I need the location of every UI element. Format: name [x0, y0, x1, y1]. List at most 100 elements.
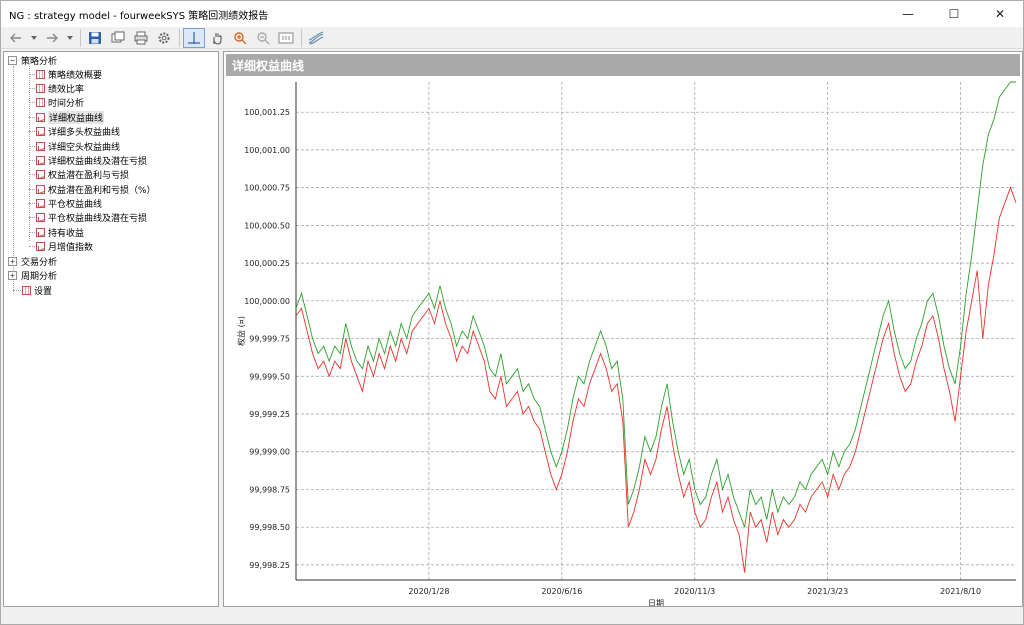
- x-tick-label: 2021/8/10: [940, 587, 981, 596]
- y-tick-label: 100,001.00: [244, 146, 290, 155]
- title-bar: NG : strategy model - fourweekSYS 策略回测绩效…: [1, 1, 1023, 27]
- chart-icon: [36, 112, 45, 122]
- y-tick-label: 99,999.75: [249, 335, 290, 344]
- table-icon: [36, 69, 45, 79]
- tree-group-period-analysis[interactable]: + 周期分析: [8, 268, 57, 282]
- minimize-button[interactable]: —: [885, 1, 931, 27]
- tree-item-performance-ratios[interactable]: 绩效比率: [36, 81, 84, 95]
- tree-item-label: 策略绩效概要: [48, 70, 103, 81]
- tree-item-label: 详细权益曲线及潜在亏损: [48, 156, 148, 167]
- y-tick-label: 100,000.00: [244, 297, 290, 306]
- chart-icon: [36, 169, 45, 179]
- tree-item-label: 平仓权益曲线及潜在亏损: [48, 213, 148, 224]
- toolbar: [1, 27, 1023, 49]
- collapse-icon[interactable]: −: [8, 55, 17, 65]
- y-tick-label: 100,000.50: [244, 221, 290, 230]
- tree-item-label: 持有收益: [48, 228, 85, 239]
- maximize-button[interactable]: ☐: [931, 1, 977, 27]
- tree-item-label: 绩效比率: [48, 84, 85, 95]
- tree-item-potential-profit-loss-pct[interactable]: 权益潜在盈利和亏损（%）: [36, 182, 156, 196]
- expand-icon[interactable]: +: [8, 270, 17, 280]
- tree-item-short-equity-curve[interactable]: 详细空头权益曲线: [36, 139, 120, 153]
- tree-item-monthly-value-index[interactable]: 月增值指数: [36, 239, 93, 253]
- save-icon[interactable]: [84, 28, 106, 48]
- tree-item-label: 权益潜在盈利和亏损（%）: [48, 185, 156, 196]
- y-tick-label: 99,998.75: [249, 485, 290, 494]
- x-tick-label: 2020/6/16: [541, 587, 582, 596]
- y-tick-label: 99,998.25: [249, 561, 290, 570]
- tree-item-potential-profit-loss[interactable]: 权益潜在盈利与亏损: [36, 167, 129, 181]
- tree-connector: [13, 290, 21, 291]
- y-tick-label: 99,999.25: [249, 410, 290, 419]
- app-window: NG : strategy model - fourweekSYS 策略回测绩效…: [0, 0, 1024, 625]
- toolbar-separator: [301, 28, 302, 47]
- y-tick-label: 100,001.25: [244, 108, 290, 117]
- tree-item-label: 权益潜在盈利与亏损: [48, 170, 130, 181]
- y-tick-label: 100,000.25: [244, 259, 290, 268]
- panel-title: 详细权益曲线: [226, 54, 1020, 76]
- tree-item-strategy-summary[interactable]: 策略绩效概要: [36, 67, 102, 81]
- window-title: NG : strategy model - fourweekSYS 策略回测绩效…: [9, 10, 269, 22]
- chart-icon: [36, 126, 45, 136]
- settings-gear-icon[interactable]: [153, 28, 175, 48]
- back-dropdown-icon[interactable]: [28, 28, 40, 48]
- tree-item-holding-return[interactable]: 持有收益: [36, 225, 84, 239]
- table-icon: [36, 97, 45, 107]
- tree-item-closed-equity-drawdown[interactable]: 平仓权益曲线及潜在亏损: [36, 210, 147, 224]
- chart-icon: [36, 241, 45, 251]
- tree-group-trade-analysis[interactable]: + 交易分析: [8, 254, 57, 268]
- y-tick-label: 99,999.00: [249, 448, 290, 457]
- close-button[interactable]: ✕: [977, 1, 1023, 27]
- tree-group-label: 策略分析: [21, 56, 58, 67]
- x-tick-label: 2020/11/3: [674, 587, 715, 596]
- y-axis-label: 权益 (¤): [236, 316, 246, 346]
- forward-arrow-icon[interactable]: [41, 28, 63, 48]
- tree-item-label: 详细权益曲线: [48, 110, 105, 124]
- pan-hand-icon[interactable]: [206, 28, 228, 48]
- tree-item-label: 详细空头权益曲线: [48, 142, 121, 153]
- series-display-icon[interactable]: [305, 28, 327, 48]
- y-tick-label: 99,998.50: [249, 523, 290, 532]
- report-content-panel: 详细权益曲线 99,998.25 99,998.50 99,998.75 99,999…: [223, 51, 1023, 607]
- tree-item-settings[interactable]: 设置: [22, 283, 52, 297]
- crosshair-icon[interactable]: [183, 27, 205, 48]
- tree-item-label: 详细多头权益曲线: [48, 127, 121, 138]
- tree-item-long-equity-curve[interactable]: 详细多头权益曲线: [36, 124, 120, 138]
- chart-icon: [36, 227, 45, 237]
- tree-item-time-analysis[interactable]: 时间分析: [36, 95, 84, 109]
- zoom-out-icon[interactable]: [252, 28, 274, 48]
- tree-group-strategy-analysis[interactable]: − 策略分析: [8, 53, 57, 67]
- tree-group-label: 交易分析: [21, 257, 58, 268]
- chart-icon: [36, 155, 45, 165]
- chart-icon: [36, 141, 45, 151]
- forward-dropdown-icon[interactable]: [64, 28, 76, 48]
- chart-icon: [36, 198, 45, 208]
- table-icon: [22, 285, 31, 295]
- back-arrow-icon[interactable]: [5, 28, 27, 48]
- tree-item-closed-equity-curve[interactable]: 平仓权益曲线: [36, 196, 102, 210]
- y-tick-label: 99,999.50: [249, 372, 290, 381]
- toolbar-separator: [179, 28, 180, 47]
- equity-chart[interactable]: 99,998.25 99,998.50 99,998.75 99,999.00 99,9…: [224, 78, 1022, 606]
- tree-item-label: 月增值指数: [48, 242, 94, 253]
- report-tree: − 策略分析 策略绩效概要 绩效比率 时间分析 详细权益曲线 详细多头权益曲线: [3, 51, 219, 607]
- series-line-low: [295, 186, 1017, 573]
- fit-view-icon[interactable]: [275, 28, 297, 48]
- tree-item-label: 时间分析: [48, 98, 85, 109]
- expand-icon[interactable]: +: [8, 256, 17, 266]
- chart-icon: [36, 184, 45, 194]
- chart-icon: [36, 212, 45, 222]
- tree-item-label: 设置: [34, 286, 53, 297]
- tree-item-equity-curve-drawdown[interactable]: 详细权益曲线及潜在亏损: [36, 153, 147, 167]
- x-axis-label: 日期: [648, 599, 664, 606]
- status-bar: [1, 608, 1023, 624]
- print-icon[interactable]: [130, 28, 152, 48]
- tree-item-detailed-equity-curve[interactable]: 详细权益曲线: [36, 110, 105, 124]
- copy-icon[interactable]: [107, 28, 129, 48]
- y-tick-label: 100,000.75: [244, 184, 290, 193]
- x-tick-label: 2021/3/23: [807, 587, 848, 596]
- zoom-in-icon[interactable]: [229, 28, 251, 48]
- table-icon: [36, 83, 45, 93]
- tree-guide-line: [29, 66, 30, 241]
- x-tick-label: 2020/1/28: [408, 587, 449, 596]
